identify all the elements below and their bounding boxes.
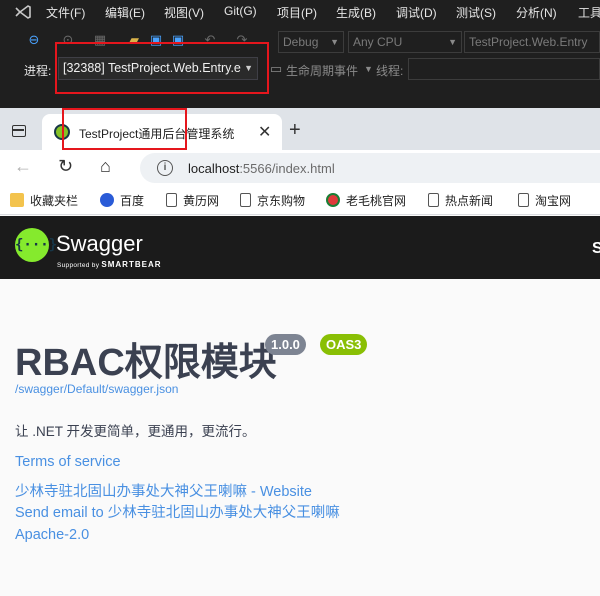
swagger-favicon-icon <box>54 124 70 140</box>
configuration-value: Debug <box>283 35 319 49</box>
lifecycle-events-label[interactable]: 生命周期事件 <box>286 62 358 79</box>
menu-build[interactable]: 生成(B) <box>336 4 376 21</box>
version-badge: 1.0.0 <box>265 334 306 355</box>
browser-tab-active[interactable]: TestProject通用后台管理系统 ✕ <box>42 114 282 150</box>
smartbear-brand: SMARTBEAR <box>101 260 162 269</box>
spec-url-link[interactable]: /swagger/Default/swagger.json <box>15 382 178 396</box>
bookmark-label: 收藏夹栏 <box>30 194 79 208</box>
home-icon[interactable]: ⌂ <box>100 156 111 177</box>
address-bar[interactable]: i localhost:5566/index.html <box>140 153 600 183</box>
bookmark-hot-news[interactable]: 热点新闻 <box>428 192 493 209</box>
bookmark-taobao[interactable]: 淘宝网 <box>518 192 571 209</box>
open-folder-icon[interactable]: ▰ <box>126 32 142 48</box>
visual-studio-logo-icon <box>15 5 31 19</box>
folder-icon <box>10 193 24 207</box>
bookmark-label: 京东购物 <box>257 194 306 208</box>
bookmark-huangli[interactable]: 黄历网 <box>166 192 219 209</box>
page-icon <box>240 193 251 207</box>
process-label: 进程: <box>24 64 52 78</box>
menu-edit[interactable]: 编辑(E) <box>105 4 145 21</box>
page-icon <box>166 193 177 207</box>
bookmark-label: 老毛桃官网 <box>346 194 407 208</box>
site-globe-icon <box>326 193 340 207</box>
reload-icon[interactable]: ↻ <box>58 156 73 177</box>
thread-dropdown[interactable] <box>408 58 600 80</box>
vs-standard-toolbar: ⊖ ⊙ ▦ ▰ ▣ ▣ ↶ ↷ Debug ▼ Any CPU ▼ TestPr… <box>0 28 600 54</box>
startup-project-value: TestProject.Web.Entry <box>469 35 588 49</box>
bookmark-jd[interactable]: 京东购物 <box>240 192 305 209</box>
contact-website-link[interactable]: 少林寺驻北固山办事处大神父王喇嘛 - Website <box>15 480 312 501</box>
thread-label: 线程: <box>376 64 404 78</box>
browser-toolbar: ← ↻ ⌂ i localhost:5566/index.html <box>0 150 600 184</box>
browser-tab-strip: TestProject通用后台管理系统 ✕ + <box>0 108 600 150</box>
bookmark-label: 淘宝网 <box>535 194 572 208</box>
new-item-icon[interactable]: ▦ <box>92 32 108 48</box>
lifecycle-events-icon[interactable]: ▭ <box>268 61 284 77</box>
url-host: localhost <box>188 161 240 176</box>
page-icon <box>428 193 439 207</box>
chevron-down-icon[interactable]: ▼ <box>364 64 373 74</box>
url-text[interactable]: localhost:5566/index.html <box>188 161 335 176</box>
vs-debug-location-toolbar: 进程: [32388] TestProject.Web.Entry.e ▼ ▭ … <box>0 56 600 82</box>
tab-actions-icon[interactable] <box>12 125 26 137</box>
terms-of-service-link[interactable]: Terms of service <box>15 454 121 470</box>
platform-dropdown[interactable]: Any CPU ▼ <box>348 31 462 53</box>
api-description: 让 .NET 开发更简单，更通用，更流行。 <box>15 424 256 439</box>
platform-value: Any CPU <box>353 35 403 49</box>
license-link[interactable]: Apache-2.0 <box>15 527 89 543</box>
chevron-down-icon: ▼ <box>244 63 253 73</box>
forward-circle-icon[interactable]: ⊙ <box>60 32 76 48</box>
swagger-brand[interactable]: Swagger <box>56 231 143 257</box>
back-circle-icon[interactable]: ⊖ <box>26 32 42 48</box>
configuration-dropdown[interactable]: Debug ▼ <box>278 31 344 53</box>
menu-project[interactable]: 项目(P) <box>277 4 317 21</box>
topbar-cutoff-text: S <box>592 240 600 257</box>
menu-git[interactable]: Git(G) <box>224 4 257 18</box>
bookmark-laomaotao[interactable]: 老毛桃官网 <box>326 192 406 209</box>
startup-project-dropdown[interactable]: TestProject.Web.Entry <box>464 31 600 53</box>
process-value: [32388] TestProject.Web.Entry.e <box>63 61 241 75</box>
save-icon[interactable]: ▣ <box>148 32 164 48</box>
bookmark-label: 百度 <box>120 194 145 208</box>
process-dropdown[interactable]: [32388] TestProject.Web.Entry.e ▼ <box>58 57 258 80</box>
bookmarks-bar: 收藏夹栏 百度 黄历网 京东购物 老毛桃官网 热点新闻 淘宝网 <box>0 184 600 215</box>
menu-test[interactable]: 测试(S) <box>456 4 496 21</box>
new-tab-plus-icon[interactable]: + <box>289 120 301 140</box>
bookmark-favorites-folder[interactable]: 收藏夹栏 <box>10 192 78 209</box>
page-icon <box>518 193 529 207</box>
oas-badge: OAS3 <box>320 334 368 355</box>
info-icon[interactable]: i <box>157 160 173 176</box>
tab-title: TestProject通用后台管理系统 <box>79 127 235 141</box>
swagger-logo-icon[interactable]: {···} <box>15 228 57 262</box>
close-icon[interactable]: ✕ <box>258 122 271 142</box>
swagger-info-section: RBAC权限模块 1.0.0 OAS3 /swagger/Default/swa… <box>0 279 600 596</box>
chevron-down-icon: ▼ <box>448 37 457 47</box>
menu-analyze[interactable]: 分析(N) <box>516 4 557 21</box>
bookmark-label: 黄历网 <box>183 194 220 208</box>
redo-icon[interactable]: ↷ <box>234 32 250 48</box>
menu-debug[interactable]: 调试(D) <box>396 4 437 21</box>
supported-by-prefix: Supported by <box>57 262 100 269</box>
menu-tools[interactable]: 工具 <box>578 4 600 21</box>
visual-studio-window: 文件(F) 编辑(E) 视图(V) Git(G) 项目(P) 生成(B) 调试(… <box>0 0 600 108</box>
save-all-icon[interactable]: ▣ <box>170 32 186 48</box>
chevron-down-icon: ▼ <box>330 37 339 47</box>
menu-view[interactable]: 视图(V) <box>164 4 204 21</box>
menu-file[interactable]: 文件(F) <box>46 4 85 21</box>
back-arrow-icon[interactable]: ← <box>14 156 32 177</box>
api-title: RBAC权限模块 <box>15 342 277 384</box>
undo-icon[interactable]: ↶ <box>202 32 218 48</box>
baidu-paw-icon <box>100 193 114 207</box>
contact-email-link[interactable]: Send email to 少林寺驻北固山办事处大神父王喇嘛 <box>15 501 340 522</box>
bookmark-label: 热点新闻 <box>445 194 494 208</box>
swagger-supported-by: Supported by SMARTBEAR <box>57 260 162 269</box>
url-path: :5566/index.html <box>239 161 335 176</box>
bookmark-baidu[interactable]: 百度 <box>100 192 144 209</box>
swagger-topbar: {···} Swagger Supported by SMARTBEAR <box>0 216 600 279</box>
